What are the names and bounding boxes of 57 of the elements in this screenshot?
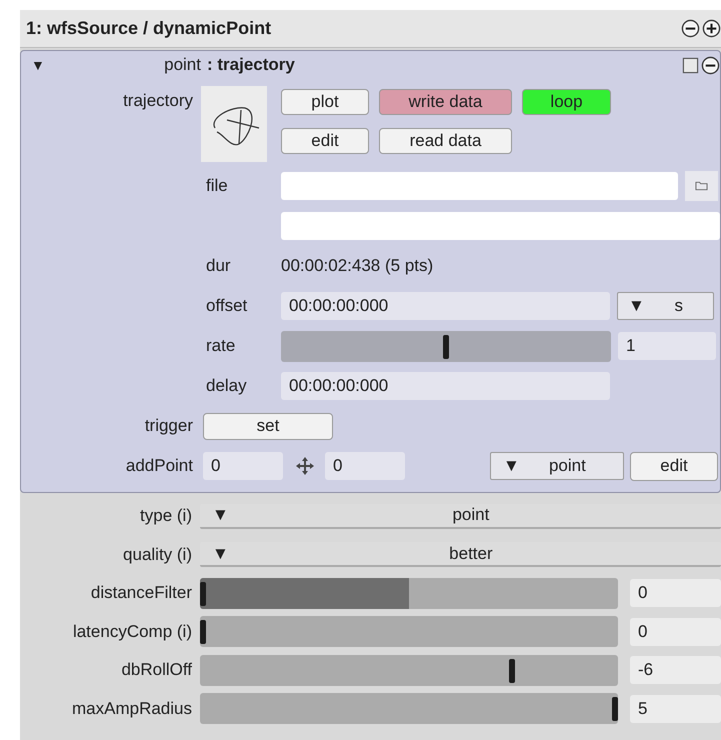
folder-icon	[695, 181, 708, 191]
slider-thumb[interactable]	[612, 697, 618, 722]
param-label: offset	[206, 296, 248, 316]
param-label: addPoint	[124, 456, 194, 476]
param-label: type (i)	[139, 506, 193, 526]
slider-track[interactable]	[200, 654, 618, 686]
slider-thumb[interactable]	[443, 334, 449, 358]
edit-button[interactable]: edit	[630, 452, 718, 480]
param-label: distanceFilter	[90, 583, 193, 604]
unit-name: point	[163, 55, 202, 75]
param-label: trajectory	[122, 90, 194, 111]
read-data-button[interactable]: read data	[379, 128, 512, 154]
time-field[interactable]: 00:00:00:000	[281, 372, 610, 400]
duration-text: 00:00:02:438 (5 pts)	[281, 256, 434, 276]
square-icon[interactable]	[682, 56, 699, 74]
value-field[interactable]: 1	[618, 332, 716, 360]
x-field[interactable]: 0	[203, 452, 283, 480]
window-title: 1: wfsSource / dynamicPoint	[26, 18, 272, 39]
slider-track[interactable]	[200, 578, 618, 609]
value-field[interactable]: -6	[630, 656, 721, 684]
loop-button[interactable]: loop	[522, 89, 611, 115]
param-label: rate	[206, 336, 236, 356]
param-label: maxAmpRadius	[71, 698, 193, 719]
slider-thumb[interactable]	[200, 620, 206, 644]
value-field[interactable]: 5	[630, 694, 721, 723]
param-label: trigger	[144, 416, 194, 436]
slider-track[interactable]	[281, 330, 611, 362]
disclosure-triangle[interactable]: ▼	[31, 57, 51, 73]
param-label: dur	[206, 256, 232, 276]
param-label: file	[206, 176, 229, 196]
slider-track[interactable]	[200, 616, 618, 648]
time-field[interactable]: 00:00:00:000	[281, 292, 610, 320]
slider-track[interactable]	[200, 693, 618, 724]
trajectory-preview[interactable]	[201, 86, 267, 162]
unit-dropdown[interactable]: ▼ s	[617, 292, 714, 320]
value-field[interactable]: 0	[630, 579, 721, 608]
param-label: delay	[206, 376, 248, 396]
write-data-button[interactable]: write data	[379, 89, 512, 115]
value-field[interactable]: 0	[630, 618, 721, 646]
folder-button[interactable]	[685, 171, 718, 201]
edit-button[interactable]: edit	[281, 128, 369, 154]
point-dropdown[interactable]: ▼ point	[490, 452, 624, 480]
y-field[interactable]: 0	[325, 452, 405, 480]
set-button[interactable]: set	[203, 412, 333, 440]
param-label: latencyComp (i)	[72, 622, 193, 642]
file-field[interactable]	[281, 172, 678, 200]
text-field[interactable]	[281, 212, 720, 240]
param-label: quality (i)	[122, 544, 193, 565]
move-icon[interactable]	[295, 456, 315, 476]
slider-thumb[interactable]	[200, 582, 206, 606]
plot-button[interactable]: plot	[281, 89, 369, 115]
param-label: dbRollOff	[120, 660, 193, 680]
slider-thumb[interactable]	[509, 658, 515, 683]
plus-icon[interactable]	[702, 19, 721, 38]
minus-icon[interactable]	[681, 19, 700, 38]
minus-icon[interactable]	[701, 56, 720, 74]
unit-type: : trajectory	[206, 55, 295, 75]
